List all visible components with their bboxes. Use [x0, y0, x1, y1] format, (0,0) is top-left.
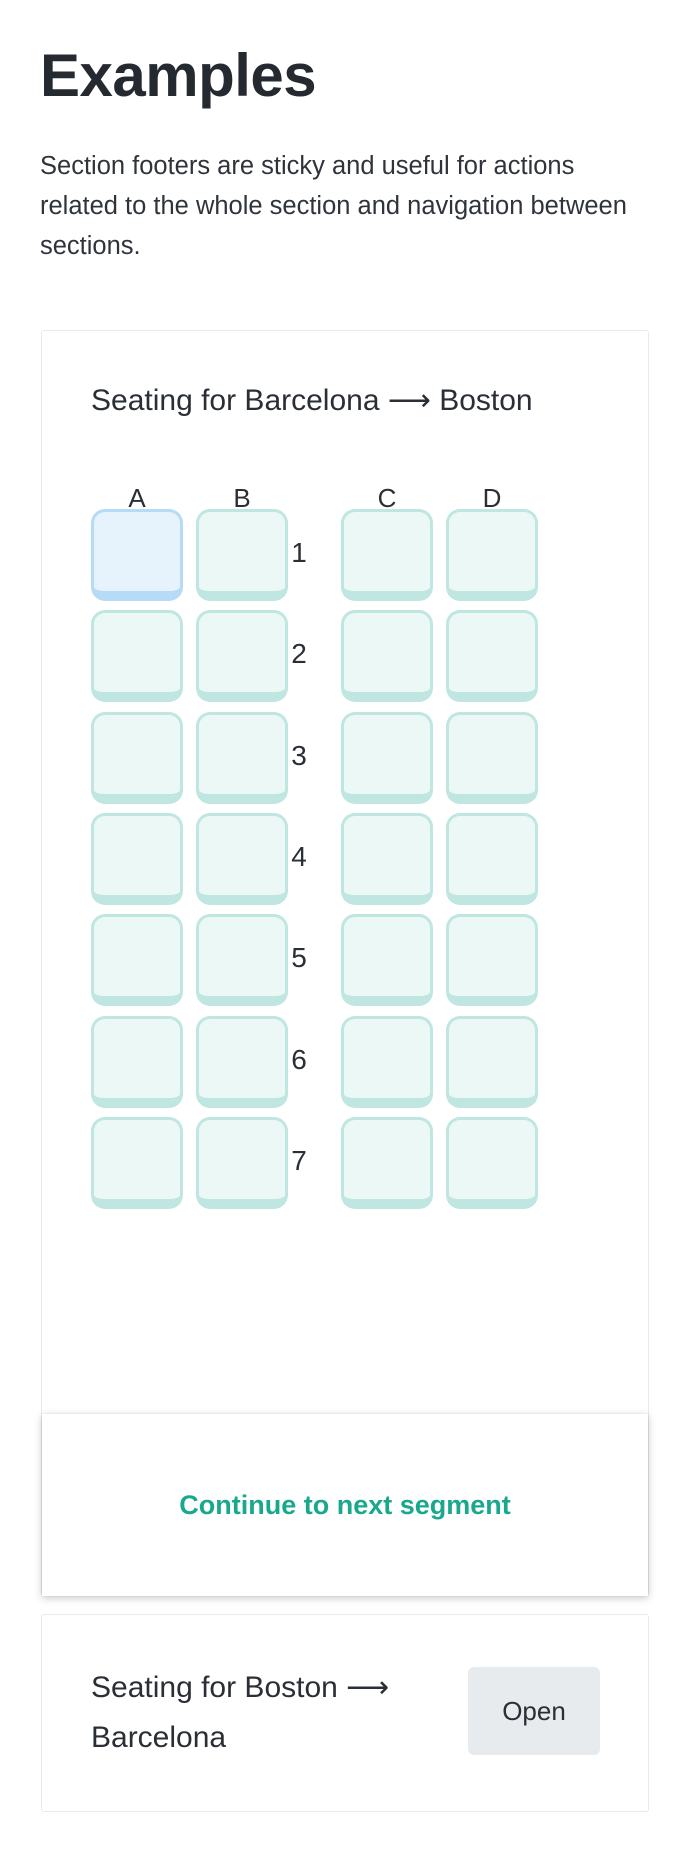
section-title-from: Seating for Boston	[91, 1671, 338, 1704]
seat-1c[interactable]	[341, 509, 433, 601]
seat-7b[interactable]	[196, 1116, 288, 1209]
seat-5b[interactable]	[196, 914, 288, 1007]
seat-5a[interactable]	[91, 914, 183, 1007]
row-number: 5	[291, 942, 307, 974]
continue-next-segment-button[interactable]: Continue to next segment	[159, 1480, 531, 1531]
seat-4c[interactable]	[341, 812, 433, 905]
open-section-button[interactable]: Open	[468, 1667, 600, 1755]
row-number: 1	[291, 537, 307, 568]
row-number: 7	[291, 1144, 307, 1176]
seat-3c[interactable]	[341, 711, 433, 804]
seat-5d[interactable]	[446, 914, 538, 1007]
section-title: Seating for Boston ⟶ Barcelona	[91, 1663, 431, 1763]
page-title: Examples	[40, 42, 317, 109]
seat-2d[interactable]	[446, 610, 538, 703]
seat-2b[interactable]	[196, 610, 288, 703]
seating-section-boston-barcelona: Seating for Boston ⟶ Barcelona Open	[41, 1614, 649, 1812]
section-title-to: Boston	[439, 384, 533, 417]
long-arrow-right-icon: ⟶	[387, 384, 431, 417]
seat-2a[interactable]	[91, 610, 183, 703]
seat-5c[interactable]	[341, 914, 433, 1007]
section-title-from: Seating for Barcelona	[91, 384, 380, 417]
seat-7a[interactable]	[91, 1116, 183, 1209]
page: Examples Section footers are sticky and …	[0, 0, 686, 1860]
seat-6d[interactable]	[446, 1015, 538, 1108]
seat-3a[interactable]	[91, 711, 183, 804]
seat-3d[interactable]	[446, 711, 538, 804]
section-title-to: Barcelona	[91, 1721, 227, 1754]
seat-7c[interactable]	[341, 1116, 433, 1209]
sticky-section-footer: Continue to next segment	[42, 1414, 648, 1596]
seat-7d[interactable]	[446, 1116, 538, 1209]
section-title: Seating for Barcelona ⟶ Boston	[91, 383, 533, 418]
seat-4a[interactable]	[91, 812, 183, 905]
seat-1a[interactable]	[91, 509, 183, 601]
seat-6b[interactable]	[196, 1015, 288, 1108]
seat-4d[interactable]	[446, 812, 538, 905]
seat-4b[interactable]	[196, 812, 288, 905]
seating-section-barcelona-boston: Seating for Barcelona ⟶ Boston ABCD12345…	[41, 330, 649, 1596]
row-number: 6	[291, 1043, 307, 1075]
seat-6a[interactable]	[91, 1015, 183, 1108]
seat-2c[interactable]	[341, 610, 433, 703]
seat-3b[interactable]	[196, 711, 288, 804]
row-number: 3	[291, 739, 307, 771]
row-number: 4	[291, 840, 307, 872]
seat-6c[interactable]	[341, 1015, 433, 1108]
seat-1b[interactable]	[196, 509, 288, 601]
seat-1d[interactable]	[446, 509, 538, 601]
page-description: Section footers are sticky and useful fo…	[40, 152, 627, 260]
long-arrow-right-icon: ⟶	[346, 1671, 390, 1704]
row-number: 2	[291, 638, 307, 670]
